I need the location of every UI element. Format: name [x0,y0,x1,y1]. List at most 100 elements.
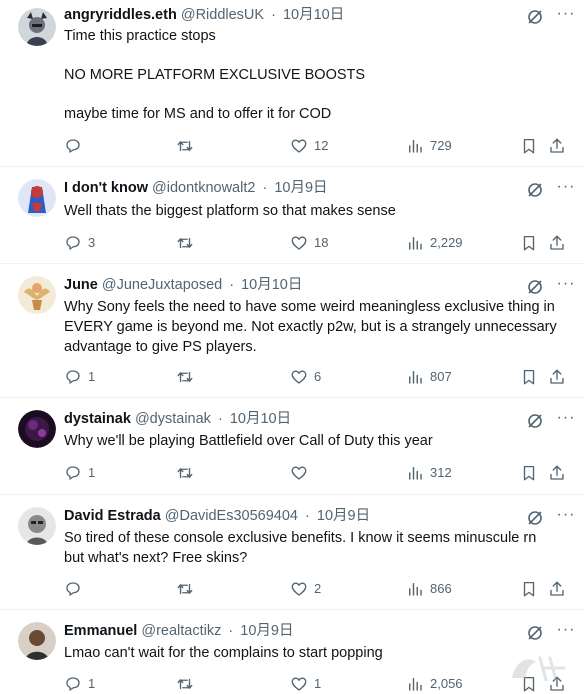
retweet-button[interactable] [176,674,200,694]
author-name[interactable]: dystainak [64,411,131,427]
avatar[interactable] [18,410,56,448]
tweet-date[interactable]: 10月9日 [317,508,370,524]
bookmark-button[interactable] [520,463,538,483]
heart-icon [291,370,307,384]
author-handle[interactable]: @idontknowalt2 [152,180,255,196]
like-button[interactable]: 1 [290,674,321,694]
views-button[interactable]: 2,056 [406,674,463,694]
reply-button[interactable]: 1 [64,674,95,694]
tweet-text-line: Time this practice stops [64,28,216,44]
tweet-text: Lmao can't wait for the complains to sta… [64,643,572,663]
reply-button[interactable] [64,136,88,156]
bookmark-icon [523,138,535,154]
share-button[interactable] [548,136,566,156]
tweet[interactable]: June @JuneJuxtaposed · 10月10日 ··· Why So… [0,264,584,398]
tweet-actions: 1 1 2,056 [64,674,572,694]
more-icon[interactable]: ··· [554,177,578,199]
bookmark-button[interactable] [520,233,538,253]
tweet[interactable]: Emmanuel @realtactikz · 10月9日 ··· Lmao c… [0,610,584,694]
grok-icon[interactable] [526,509,544,527]
bookmark-button[interactable] [520,579,538,599]
tweet-actions: 1 312 [64,463,572,483]
share-icon [550,369,564,384]
reply-count: 1 [88,465,96,480]
more-icon[interactable]: ··· [554,274,578,296]
views-button[interactable]: 729 [406,136,452,156]
grok-icon[interactable] [526,624,544,642]
bookmark-button[interactable] [520,136,538,156]
more-icon[interactable]: ··· [554,620,578,642]
avatar[interactable] [18,622,56,660]
retweet-button[interactable] [176,579,200,599]
tweet-date[interactable]: 10月10日 [230,411,291,427]
retweet-icon [177,371,193,383]
tweet-actions: 1 6 807 [64,367,572,387]
bookmark-button[interactable] [520,367,538,387]
retweet-button[interactable] [176,136,200,156]
tweet-text-line: Why we'll be playing Battlefield over Ca… [64,433,433,449]
views-button[interactable]: 866 [406,579,452,599]
tweet-date[interactable]: 10月10日 [283,7,344,23]
author-name[interactable]: David Estrada [64,508,161,524]
author-handle[interactable]: @DavidEs30569404 [165,508,298,524]
like-button[interactable]: 2 [290,579,321,599]
share-button[interactable] [548,579,566,599]
like-button[interactable] [290,463,314,483]
author-name[interactable]: I don't know [64,180,148,196]
tweet[interactable]: dystainak @dystainak · 10月10日 ··· Why we… [0,398,584,495]
like-button[interactable]: 18 [290,233,328,253]
reply-button[interactable] [64,579,88,599]
tweet-date[interactable]: 10月10日 [241,277,302,293]
retweet-button[interactable] [176,233,200,253]
author-name[interactable]: June [64,277,98,293]
tweet-date[interactable]: 10月9日 [240,623,293,639]
more-icon[interactable]: ··· [554,408,578,430]
separator-dot: · [229,277,235,293]
views-button[interactable]: 312 [406,463,452,483]
author-handle[interactable]: @JuneJuxtaposed [102,277,222,293]
views-button[interactable]: 807 [406,367,452,387]
more-icon[interactable]: ··· [554,505,578,527]
grok-icon[interactable] [526,8,544,26]
reply-button[interactable]: 3 [64,233,95,253]
author-name[interactable]: angryriddles.eth [64,7,177,23]
author-handle[interactable]: @dystainak [135,411,211,427]
avatar[interactable] [18,8,56,46]
reply-icon [66,677,80,691]
author-name[interactable]: Emmanuel [64,623,137,639]
grok-icon[interactable] [526,181,544,199]
author-handle[interactable]: @RiddlesUK [181,7,264,23]
tweet[interactable]: angryriddles.eth @RiddlesUK · 10月10日 ···… [0,0,584,167]
retweet-button[interactable] [176,367,200,387]
like-button[interactable]: 12 [290,136,328,156]
reply-button[interactable]: 1 [64,367,95,387]
retweet-icon [177,237,193,249]
tweet-date[interactable]: 10月9日 [274,180,327,196]
tweet[interactable]: David Estrada @DavidEs30569404 · 10月9日 ·… [0,495,584,610]
grok-icon[interactable] [526,412,544,430]
avatar[interactable] [18,179,56,217]
grok-icon[interactable] [526,278,544,296]
tweet[interactable]: I don't know @idontknowalt2 · 10月9日 ··· … [0,167,584,264]
reply-button[interactable]: 1 [64,463,95,483]
author-handle[interactable]: @realtactikz [141,623,221,639]
retweet-icon [177,583,193,595]
like-button[interactable]: 6 [290,367,321,387]
tweet-text-line: Well thats the biggest platform so that … [64,203,396,219]
views-button[interactable]: 2,229 [406,233,463,253]
tweet-header: June @JuneJuxtaposed · 10月10日 [64,276,302,294]
share-button[interactable] [548,463,566,483]
tweet-actions: 2 866 [64,579,572,599]
tweet-text: Why Sony feels the need to have some wei… [64,297,572,357]
avatar[interactable] [18,276,56,314]
tweet-text-line: EVERY game is beyond me. Not exactly p2w… [64,319,557,335]
retweet-button[interactable] [176,463,200,483]
share-button[interactable] [548,233,566,253]
more-icon[interactable]: ··· [554,4,578,26]
avatar[interactable] [18,507,56,545]
bookmark-icon [523,369,535,385]
share-button[interactable] [548,367,566,387]
like-count: 6 [314,369,322,384]
tweet-text: Time this practice stops NO MORE PLATFOR… [64,26,572,124]
reply-icon [66,139,80,153]
